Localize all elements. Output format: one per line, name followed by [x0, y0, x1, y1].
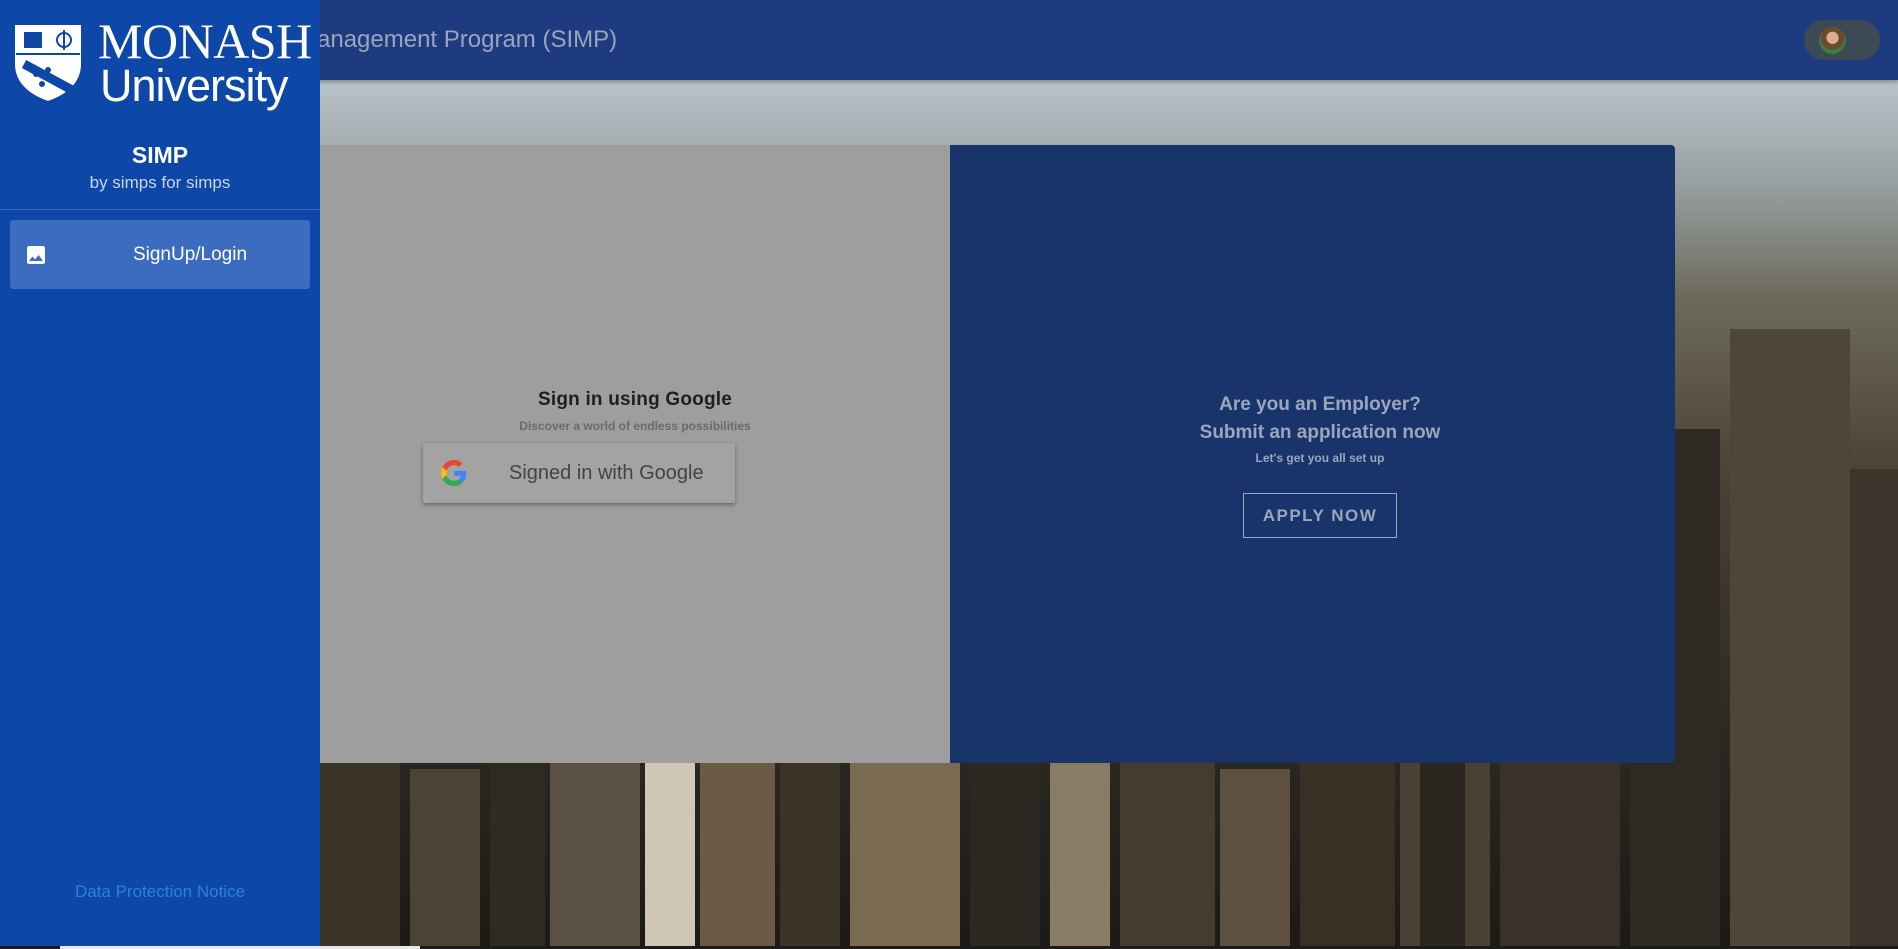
employer-subtitle: Let's get you all set up	[1255, 451, 1385, 465]
page-title: anagement Program (SIMP)	[317, 26, 618, 53]
signin-title: Sign in using Google	[538, 389, 732, 410]
google-signin-label: Signed in with Google	[509, 462, 704, 484]
employer-panel: Are you an Employer? Submit an applicati…	[950, 145, 1675, 763]
employer-block: Are you an Employer? Submit an applicati…	[950, 391, 1690, 465]
logo-wordmark-monash: MONASH	[98, 13, 312, 69]
sidebar-divider	[0, 209, 320, 210]
google-signin-button[interactable]: Signed in with Google	[423, 443, 735, 503]
app-subtitle: by simps for simps	[89, 173, 231, 192]
sidebar-item-label: SignUp/Login	[132, 244, 248, 265]
google-icon	[441, 460, 467, 486]
signin-panel: Sign in using Google Discover a world of…	[320, 145, 950, 763]
monash-logo: MONASH University	[10, 13, 312, 113]
sidebar-item-signup-login[interactable]: SignUp/Login	[10, 220, 310, 289]
logo-wordmark-university: University	[100, 60, 289, 111]
user-avatar-icon	[1819, 27, 1846, 54]
monash-crest-icon	[13, 23, 83, 104]
data-protection-notice-link[interactable]: Data Protection Notice	[0, 882, 320, 902]
employer-question: Are you an Employer?	[1219, 394, 1421, 415]
signin-subtitle: Discover a world of endless possibilitie…	[519, 419, 751, 433]
account-menu-button[interactable]	[1804, 20, 1880, 60]
employer-cta-text: Submit an application now	[1199, 422, 1441, 443]
app-title: SIMP	[131, 142, 189, 168]
sidebar: MONASH University SIMP by simps for simp…	[0, 0, 320, 949]
signin-block: Sign in using Google Discover a world of…	[320, 389, 950, 433]
apply-now-button[interactable]: APPLY NOW	[1243, 493, 1397, 538]
